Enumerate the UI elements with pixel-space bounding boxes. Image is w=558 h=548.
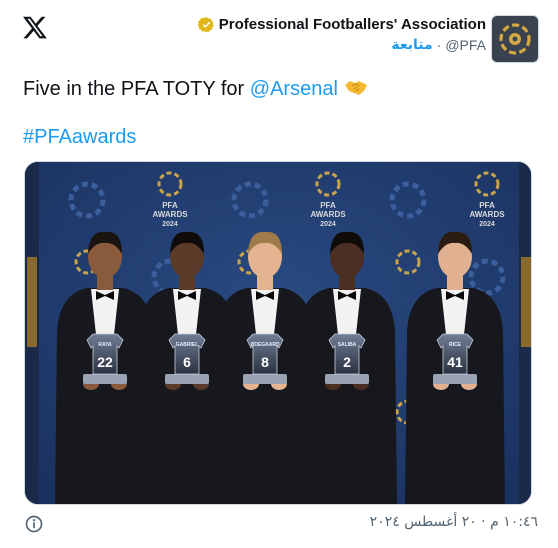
trophy-number-label: 41	[447, 354, 463, 370]
timestamp[interactable]: ١٠:٤٦ م · ٢٠ أغسطس ٢٠٢٤	[370, 514, 538, 530]
separator-dot: ·	[436, 37, 442, 53]
trophy-number-label: 6	[183, 354, 191, 370]
trophy-number-label: 8	[261, 354, 269, 370]
tweet-photo[interactable]: PFA AWARDS 2024 PFA AWARDS 2024 PFA AWAR…	[24, 161, 532, 505]
backdrop-logo-text-2: AWARDS	[310, 210, 346, 219]
tweet-text: Five in the PFA TOTY for @Arsenal	[23, 77, 368, 101]
pfaawards-hashtag-link[interactable]: #PFAawards	[23, 126, 136, 149]
x-logo-icon[interactable]	[22, 14, 48, 40]
backdrop-logo-text-3: 2024	[162, 221, 178, 228]
follow-button[interactable]: متابعة	[391, 37, 432, 53]
account-info: Professional Footballers' Association مت…	[197, 16, 486, 53]
trophy-number-label: 2	[343, 354, 351, 370]
handle[interactable]: @PFA	[445, 37, 486, 53]
backdrop-logo-text-2: AWARDS	[152, 210, 188, 219]
arsenal-mention-link[interactable]: @Arsenal	[250, 78, 338, 100]
trophy-number-label: 22	[97, 354, 113, 370]
trophy-name-label: GABRIEL	[176, 342, 199, 348]
backdrop-logo-text-3: 2024	[479, 221, 495, 228]
photo-illustration: PFA AWARDS 2024 PFA AWARDS 2024 PFA AWAR…	[25, 162, 531, 504]
display-name[interactable]: Professional Footballers' Association	[219, 16, 486, 33]
backdrop-logo-text-3: 2024	[320, 221, 336, 228]
name-row: Professional Footballers' Association	[197, 16, 486, 33]
handle-row: متابعة · @PFA	[198, 37, 486, 53]
handshake-icon	[344, 81, 367, 95]
trophy-name-label: SALIBA	[338, 342, 357, 348]
pfa-logo-icon	[499, 23, 531, 55]
trophy-name-label: ØDEGAARD	[250, 342, 280, 348]
backdrop-logo-text-1: PFA	[479, 201, 495, 210]
tweet-card: Professional Footballers' Association مت…	[0, 0, 558, 548]
trophy-name-label: RAYA	[98, 342, 112, 348]
backdrop-logo-text-2: AWARDS	[469, 210, 505, 219]
avatar[interactable]	[491, 15, 539, 63]
tweet-text-prefix: Five in the PFA TOTY for	[23, 78, 250, 100]
backdrop-logo-text-1: PFA	[320, 201, 336, 210]
trophy-name-label: RICE	[449, 342, 462, 348]
gold-verified-badge-icon	[197, 17, 214, 33]
backdrop-logo-text-1: PFA	[162, 201, 178, 210]
info-icon[interactable]	[24, 514, 44, 534]
